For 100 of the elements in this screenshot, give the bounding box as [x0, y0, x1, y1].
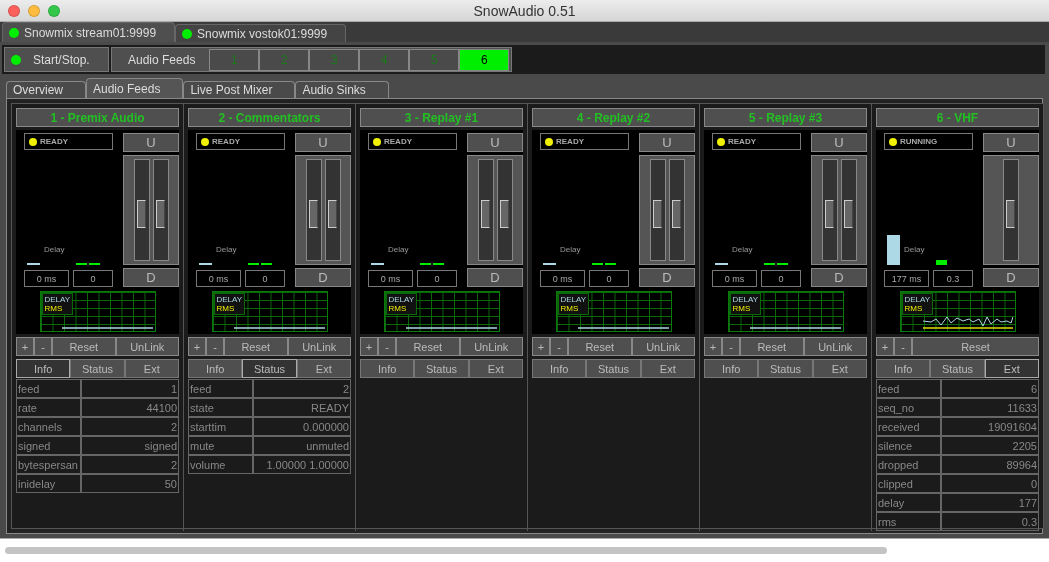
status-dot-icon — [9, 27, 19, 38]
feed-control-button[interactable]: - — [550, 337, 568, 356]
info-tab[interactable]: Info — [876, 359, 931, 378]
view-tab[interactable]: Audio Feeds — [86, 78, 184, 98]
info-tab[interactable]: Status — [758, 359, 813, 378]
up-button[interactable]: U — [983, 133, 1039, 152]
info-tab[interactable]: Ext — [640, 359, 695, 378]
view-tab[interactable]: Audio Sinks — [295, 81, 389, 98]
feed-control-button[interactable]: Reset — [52, 337, 116, 356]
down-button[interactable]: D — [639, 268, 695, 287]
fader-handle[interactable] — [824, 199, 834, 228]
info-tab[interactable]: Ext — [468, 359, 523, 378]
info-tab[interactable]: Info — [532, 359, 587, 378]
feed-control-button[interactable]: + — [532, 337, 550, 356]
feed-control-button[interactable]: - — [206, 337, 224, 356]
feed-control-button[interactable]: - — [34, 337, 52, 356]
info-tab[interactable]: Status — [242, 359, 297, 378]
property-value: 177 — [941, 493, 1039, 512]
feed-control-button[interactable]: UnLink — [459, 337, 523, 356]
legend-label: DELAY — [388, 295, 415, 304]
down-button[interactable]: D — [983, 268, 1039, 287]
feed-control-button[interactable]: + — [360, 337, 378, 356]
down-button[interactable]: D — [811, 268, 867, 287]
info-tab[interactable]: Ext — [124, 359, 179, 378]
status-text: READY — [212, 137, 240, 146]
info-tab[interactable]: Status — [414, 359, 469, 378]
status-dot-icon — [201, 137, 209, 146]
fader-handle[interactable] — [1006, 199, 1015, 228]
up-button[interactable]: U — [123, 133, 179, 152]
down-button[interactable]: D — [123, 268, 179, 287]
up-button[interactable]: U — [811, 133, 867, 152]
close-icon[interactable] — [8, 4, 20, 17]
up-button[interactable]: U — [639, 133, 695, 152]
feed-title[interactable]: 5 - Replay #3 — [704, 108, 867, 127]
feed-control-button[interactable]: + — [16, 337, 34, 356]
fader-handle[interactable] — [308, 199, 318, 228]
feed-control-button[interactable]: UnLink — [287, 337, 351, 356]
delay-value: 0 ms — [540, 270, 585, 287]
status-dot-icon — [29, 137, 37, 146]
info-tab[interactable]: Info — [360, 359, 415, 378]
connection-tab[interactable]: Snowmix vostok01:9999 — [175, 24, 347, 42]
down-button[interactable]: D — [467, 268, 523, 287]
info-tab[interactable]: Info — [188, 359, 243, 378]
fader-handle[interactable] — [136, 199, 146, 228]
feed-title[interactable]: 1 - Premix Audio — [16, 108, 179, 127]
view-tab[interactable]: Live Post Mixer — [183, 81, 296, 98]
fader-handle[interactable] — [155, 199, 165, 228]
feed-control-button[interactable]: + — [704, 337, 722, 356]
feed-title[interactable]: 3 - Replay #1 — [360, 108, 523, 127]
property-name: signed — [16, 436, 81, 455]
status-dot-icon — [717, 137, 725, 146]
up-button[interactable]: U — [467, 133, 523, 152]
info-tab[interactable]: Status — [930, 359, 985, 378]
feed-title[interactable]: 6 - VHF — [876, 108, 1039, 127]
info-tab[interactable]: Ext — [296, 359, 351, 378]
rms-value: 0 — [73, 270, 113, 287]
connection-tab[interactable]: Snowmix stream01:9999 — [2, 22, 176, 42]
down-button[interactable]: D — [295, 268, 351, 287]
feed-control-button[interactable]: - — [894, 337, 912, 356]
feed-control-button[interactable]: + — [876, 337, 894, 356]
feed-control-button[interactable]: Reset — [568, 337, 632, 356]
start-stop-button[interactable]: Start/Stop. — [4, 47, 109, 72]
legend-label: DELAY — [904, 295, 931, 304]
property-value: 44100 — [81, 398, 179, 417]
feed-control-button[interactable]: - — [378, 337, 396, 356]
up-button[interactable]: U — [295, 133, 351, 152]
feed-control-button[interactable]: Reset — [912, 337, 1039, 356]
status-dot-icon — [11, 54, 21, 65]
fader-handle[interactable] — [499, 199, 509, 228]
info-tab[interactable]: Info — [16, 359, 71, 378]
fader-handle[interactable] — [327, 199, 337, 228]
feed-button[interactable]: 6 — [459, 48, 510, 71]
scrollbar-thumb[interactable] — [5, 547, 887, 554]
info-tab[interactable]: Ext — [984, 359, 1039, 378]
info-tab[interactable]: Ext — [812, 359, 867, 378]
property-value: 50 — [81, 474, 179, 493]
feed-control-button[interactable]: UnLink — [803, 337, 867, 356]
fader-handle[interactable] — [843, 199, 853, 228]
legend-label: RMS — [216, 304, 236, 313]
fader-handle[interactable] — [480, 199, 490, 228]
status-text: READY — [556, 137, 584, 146]
property-value: 89964 — [941, 455, 1039, 474]
feed-control-button[interactable]: UnLink — [631, 337, 695, 356]
info-tab[interactable]: Info — [704, 359, 759, 378]
info-tab[interactable]: Status — [586, 359, 641, 378]
legend-label: RMS — [388, 304, 408, 313]
delay-label: Delay — [560, 245, 581, 254]
feed-control-button[interactable]: - — [722, 337, 740, 356]
fader-handle[interactable] — [671, 199, 681, 228]
feed-control-button[interactable]: Reset — [396, 337, 460, 356]
feed-control-button[interactable]: UnLink — [115, 337, 179, 356]
feed-title[interactable]: 4 - Replay #2 — [532, 108, 695, 127]
feed-control-button[interactable]: + — [188, 337, 206, 356]
fader-handle[interactable] — [652, 199, 662, 228]
feed-control-button[interactable]: Reset — [224, 337, 288, 356]
feed-control-button[interactable]: Reset — [740, 337, 804, 356]
view-tab[interactable]: Overview — [6, 81, 86, 98]
feed-title[interactable]: 2 - Commentators — [188, 108, 351, 127]
info-tab[interactable]: Status — [70, 359, 125, 378]
delay-label: Delay — [732, 245, 753, 254]
